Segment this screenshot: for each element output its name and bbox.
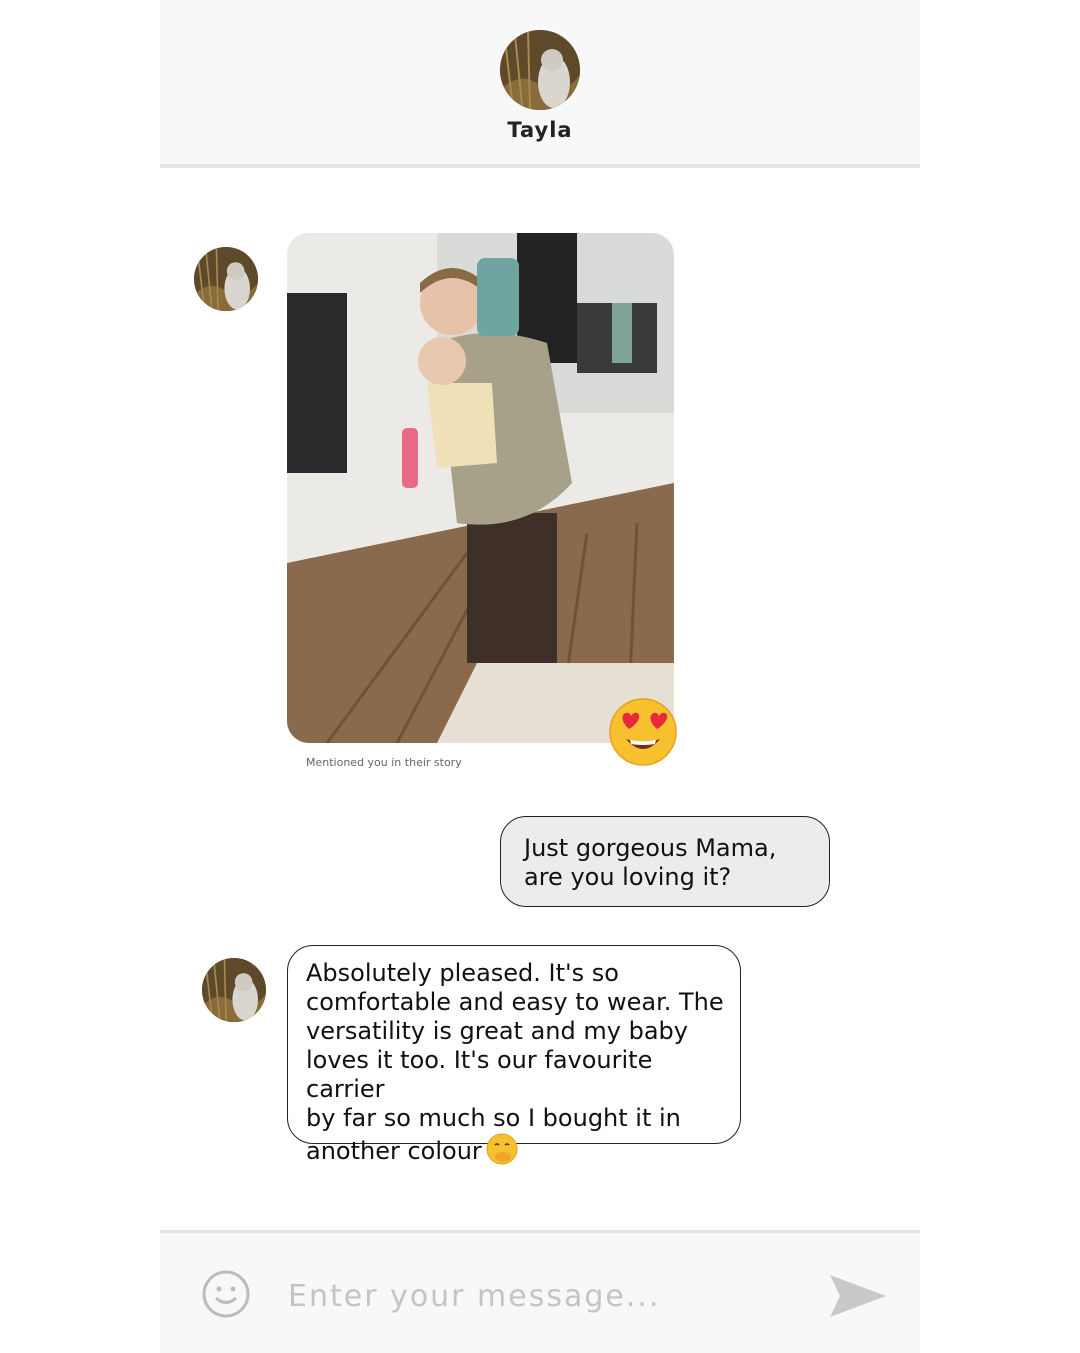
contact-avatar[interactable] [500, 30, 580, 110]
contact-name: Tayla [507, 118, 573, 142]
send-arrow-icon[interactable] [828, 1273, 888, 1319]
message-input[interactable] [286, 1273, 810, 1319]
story-photo[interactable] [287, 233, 674, 743]
hand-over-mouth-emoji-icon [486, 1133, 518, 1165]
message-composer [160, 1230, 920, 1353]
smiley-outline-icon[interactable] [201, 1269, 251, 1319]
incoming-message-bubble[interactable]: Absolutely pleased. It's so comfortable … [287, 945, 741, 1165]
outgoing-message-bubble[interactable]: Just gorgeous Mama, are you loving it? [500, 816, 830, 907]
chat-header: Tayla [160, 0, 920, 168]
story-mention-caption: Mentioned you in their story [306, 756, 462, 769]
contact-avatar[interactable] [202, 958, 266, 1022]
contact-avatar[interactable] [194, 247, 258, 311]
heart-eyes-emoji-icon [608, 697, 678, 767]
message-text: Just gorgeous Mama, are you loving it? [524, 834, 777, 891]
